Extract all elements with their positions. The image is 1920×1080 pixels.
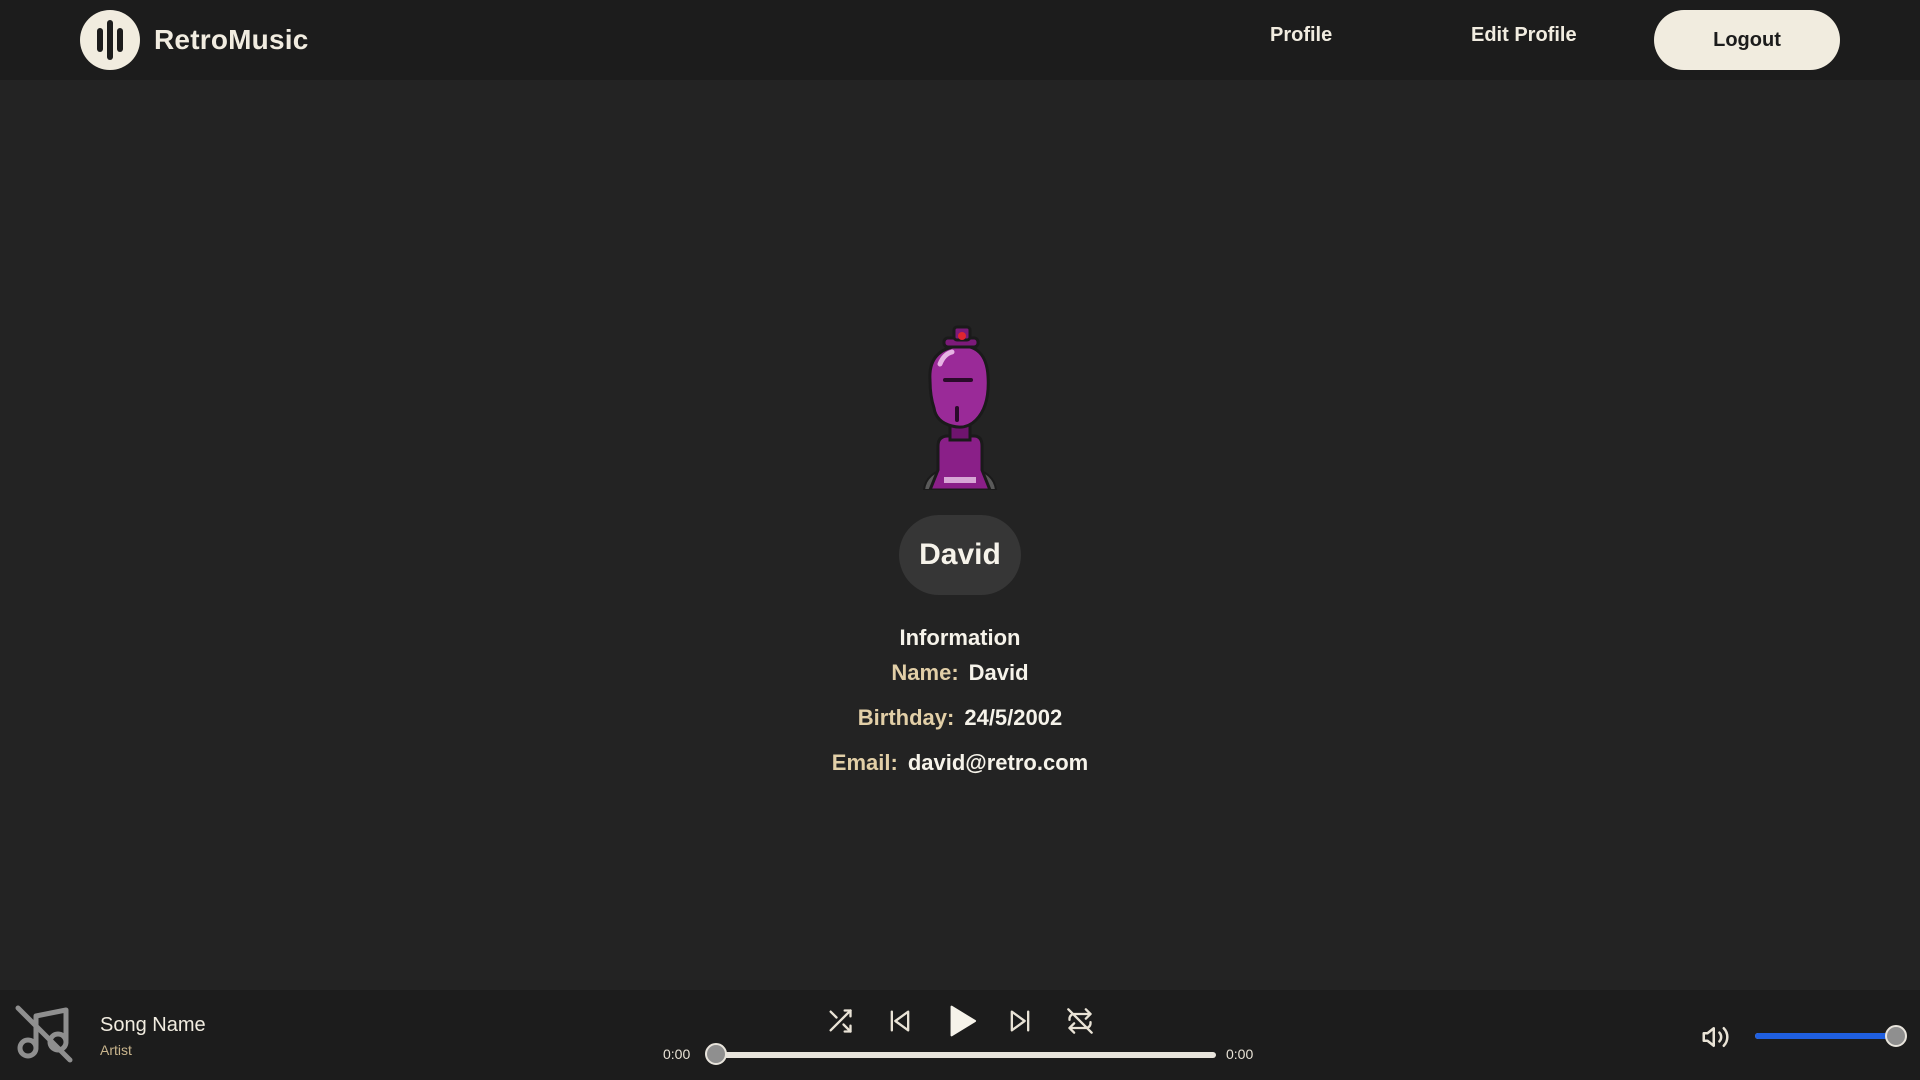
progress-bar[interactable] [716,1052,1216,1058]
volume-icon[interactable] [1700,1022,1730,1052]
info-row-name: Name: David [0,660,1920,686]
previous-icon[interactable] [885,1004,915,1038]
birthday-value: 24/5/2002 [964,705,1063,730]
next-icon[interactable] [1005,1004,1035,1038]
name-label: Name: [891,660,959,685]
duration-time: 0:00 [1226,1046,1254,1062]
song-name: Song Name [100,1014,206,1036]
birthday-label: Birthday: [857,705,955,730]
name-value: David [968,660,1029,685]
top-navbar: RetroMusic Profile Edit Profile Logout [0,0,1920,80]
current-time: 0:00 [663,1046,691,1062]
shuffle-icon[interactable] [825,1004,855,1038]
nav-edit-profile-link[interactable]: Edit Profile [1471,24,1577,47]
email-label: Email: [831,750,898,775]
info-row-birthday: Birthday: 24/5/2002 [0,705,1920,731]
song-artist: Artist [100,1042,132,1058]
music-player-bar: Song Name Artist 0:00 0:00 [0,990,1920,1080]
information-heading: Information [899,625,1021,650]
volume-handle[interactable] [1885,1025,1907,1047]
info-row-email: Email: david@retro.com [0,750,1920,776]
progress-handle[interactable] [705,1043,727,1065]
profile-name-badge: David [899,515,1021,595]
brand[interactable]: RetroMusic [80,10,308,70]
logout-button[interactable]: Logout [1654,10,1840,70]
volume-slider[interactable] [1755,1033,1897,1039]
music-off-icon [14,1004,74,1064]
nav-profile-link[interactable]: Profile [1270,24,1332,47]
volume-fill [1755,1033,1897,1039]
email-value: david@retro.com [907,750,1089,775]
repeat-off-icon[interactable] [1065,1004,1095,1038]
profile-avatar [900,320,1020,492]
brand-name: RetroMusic [154,24,309,55]
play-icon[interactable] [945,1004,979,1038]
sound-wave-icon [80,10,140,70]
